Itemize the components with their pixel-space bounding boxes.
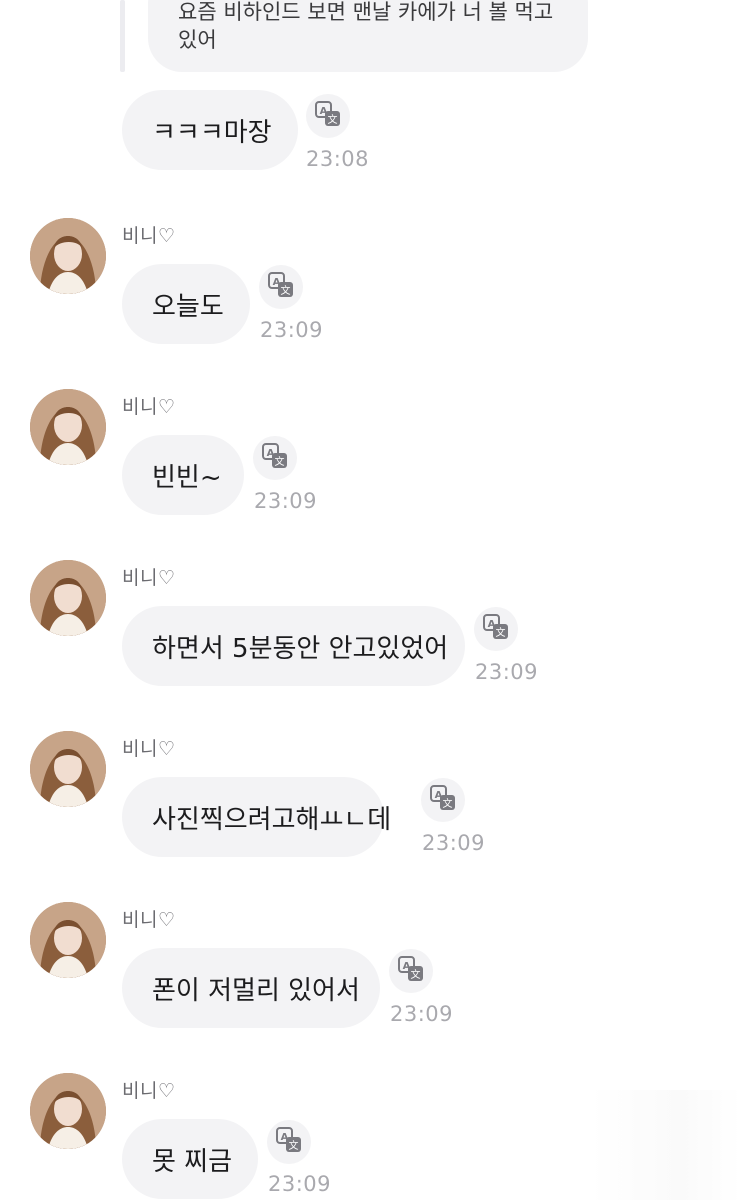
translate-button[interactable]: A 文 (267, 1120, 311, 1164)
avatar[interactable] (30, 389, 106, 465)
translate-icon: A 文 (268, 272, 294, 302)
scroll-fade (590, 1090, 741, 1200)
chat-view: 요즘 비하인드 보면 맨날 카에가 너 볼 먹고 있어 ㅋㅋㅋ마장 A 文 23… (0, 0, 741, 1200)
message-text: ㅋㅋㅋ마장 (152, 117, 272, 148)
message-text: 빈빈~ (152, 462, 222, 493)
message-text: 하면서 5분동안 안고있었어 (152, 633, 449, 664)
sender-name: 비니♡ (122, 567, 176, 589)
svg-text:文: 文 (281, 284, 291, 297)
message-text: 사진찍으려고해ㅛㄴ데 (152, 804, 392, 835)
svg-text:文: 文 (328, 113, 338, 126)
message-time: 23:09 (268, 1172, 332, 1196)
message-time: 23:09 (254, 489, 318, 513)
message-bubble[interactable]: 못 찌금 (122, 1119, 258, 1199)
svg-text:文: 文 (443, 797, 453, 810)
translate-button[interactable]: A 文 (306, 94, 350, 138)
message-text: 폰이 저멀리 있어서 (152, 975, 360, 1006)
translate-icon: A 文 (398, 956, 424, 986)
translate-icon: A 文 (315, 101, 341, 131)
sender-name: 비니♡ (122, 225, 176, 247)
translate-button[interactable]: A 文 (474, 607, 518, 651)
translate-icon: A 文 (262, 443, 288, 473)
message-text: 오늘도 (152, 291, 224, 322)
svg-text:文: 文 (275, 455, 285, 468)
message-bubble[interactable]: 빈빈~ (122, 435, 244, 515)
avatar[interactable] (30, 731, 106, 807)
avatar[interactable] (30, 560, 106, 636)
message-time: 23:09 (475, 660, 539, 684)
avatar[interactable] (30, 1073, 106, 1149)
message-time: 23:09 (390, 1002, 454, 1026)
sender-name: 비니♡ (122, 909, 176, 931)
message-time: 23:08 (306, 147, 370, 171)
translate-button[interactable]: A 文 (259, 265, 303, 309)
avatar[interactable] (30, 218, 106, 294)
avatar[interactable] (30, 902, 106, 978)
translate-button[interactable]: A 文 (389, 949, 433, 993)
message-bubble[interactable]: 하면서 5분동안 안고있었어 (122, 606, 465, 686)
message-bubble[interactable]: 폰이 저멀리 있어서 (122, 948, 380, 1028)
message-time: 23:09 (422, 831, 486, 855)
sender-name: 비니♡ (122, 396, 176, 418)
message-bubble[interactable]: 오늘도 (122, 264, 250, 344)
message-bubble[interactable]: 사진찍으려고해ㅛㄴ데 (122, 777, 391, 857)
translate-icon: A 文 (430, 785, 456, 815)
message-time: 23:09 (260, 318, 324, 342)
svg-text:文: 文 (289, 1139, 299, 1152)
quote-indicator (120, 0, 125, 72)
message-text: 못 찌금 (152, 1146, 233, 1177)
translate-button[interactable]: A 文 (253, 436, 297, 480)
message-bubble[interactable]: ㅋㅋㅋ마장 (122, 90, 298, 170)
quoted-message-text: 요즘 비하인드 보면 맨날 카에가 너 볼 먹고 있어 (178, 0, 554, 52)
svg-text:文: 文 (496, 626, 506, 639)
sender-name: 비니♡ (122, 1080, 176, 1102)
translate-icon: A 文 (276, 1127, 302, 1157)
translate-button[interactable]: A 文 (421, 778, 465, 822)
translate-icon: A 文 (483, 614, 509, 644)
sender-name: 비니♡ (122, 738, 176, 760)
svg-text:文: 文 (411, 968, 421, 981)
quoted-message-bubble[interactable]: 요즘 비하인드 보면 맨날 카에가 너 볼 먹고 있어 (148, 0, 588, 72)
